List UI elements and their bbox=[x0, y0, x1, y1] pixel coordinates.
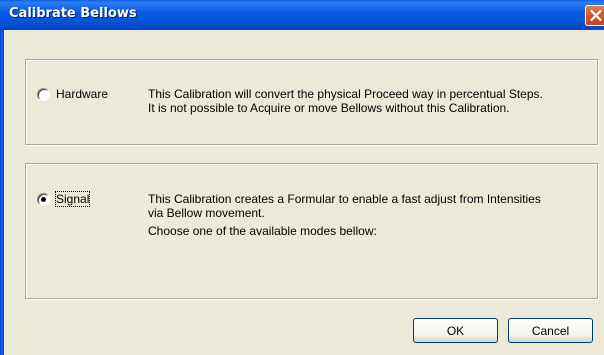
window-frame-left bbox=[0, 30, 4, 355]
window-title: Calibrate Bellows bbox=[9, 6, 137, 21]
hardware-radio-button[interactable] bbox=[37, 87, 50, 101]
cancel-button[interactable]: Cancel bbox=[508, 318, 593, 343]
calibrate-bellows-dialog: Calibrate Bellows Hardware This Calibrat… bbox=[0, 0, 604, 355]
title-bar[interactable]: Calibrate Bellows bbox=[0, 0, 604, 30]
signal-radio-label[interactable]: Signal bbox=[54, 191, 91, 207]
signal-radio-button[interactable] bbox=[37, 192, 50, 206]
hardware-radio-label[interactable]: Hardware bbox=[56, 87, 108, 101]
signal-description-line-3: Choose one of the available modes bellow… bbox=[148, 224, 377, 238]
close-button[interactable] bbox=[585, 5, 604, 26]
ok-button[interactable]: OK bbox=[413, 318, 498, 343]
hardware-radio[interactable]: Hardware bbox=[37, 87, 108, 101]
signal-radio[interactable]: Signal bbox=[37, 191, 91, 207]
hardware-description-line-1: This Calibration will convert the physic… bbox=[148, 87, 543, 101]
signal-description-line-1: This Calibration creates a Formular to e… bbox=[148, 192, 541, 206]
signal-description-line-2: via Bellow movement. bbox=[148, 206, 265, 220]
close-icon bbox=[590, 9, 602, 22]
hardware-description-line-2: It is not possible to Acquire or move Be… bbox=[148, 101, 510, 115]
